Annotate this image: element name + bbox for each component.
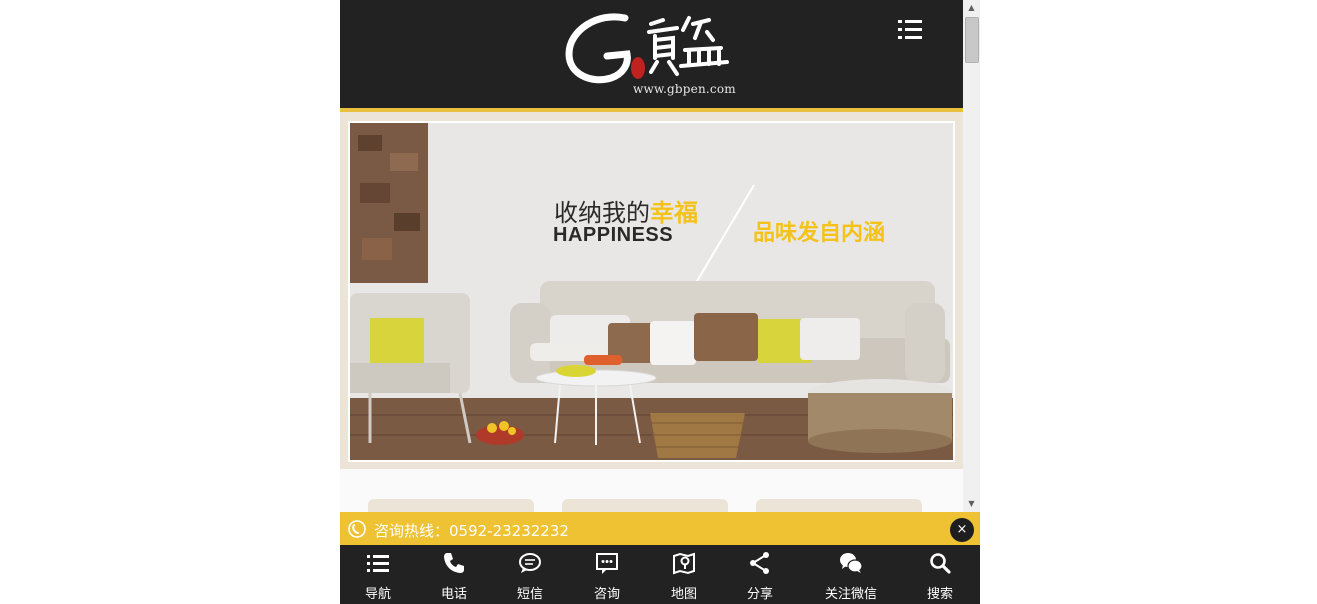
site-header: www.gbpen.com: [340, 0, 963, 112]
scroll-thumb[interactable]: [965, 17, 979, 63]
nav-item-label: 导航: [364, 587, 391, 602]
hotline-phone-icon: [348, 520, 366, 538]
banner-image[interactable]: 收纳我的幸福 HAPPINESS 品味发自内涵: [348, 121, 955, 462]
nav-item-label: 地图: [670, 587, 697, 602]
close-icon[interactable]: ×: [950, 518, 974, 542]
logo-url-text: www.gbpen.com: [633, 82, 736, 96]
banner-slogan-cn-prefix: 收纳我的: [554, 199, 650, 227]
vertical-scrollbar[interactable]: ▲ ▼: [963, 0, 980, 512]
nav-item-phone[interactable]: 电话: [430, 545, 478, 604]
nav-item-consult[interactable]: 咨询: [583, 545, 631, 604]
banner-slogan-en: HAPPINESS: [553, 224, 674, 246]
banner-slogan-cn-highlight: 幸福: [650, 199, 698, 227]
share-icon: [750, 552, 769, 574]
banner-slogan-cn: 收纳我的幸福: [554, 193, 698, 228]
chat-icon: [596, 553, 618, 574]
site-logo[interactable]: www.gbpen.com: [563, 10, 743, 102]
nav-item-nav[interactable]: 导航: [354, 545, 402, 604]
nav-item-map[interactable]: 地图: [660, 545, 708, 604]
menu-list-icon: [898, 20, 922, 39]
nav-item-wechat[interactable]: 关注微信: [816, 545, 886, 604]
map-icon: [673, 552, 695, 575]
browser-viewport: www.gbpen.com 收纳我的幸福 HAPPINESS 品味发自内涵 ▲ …: [0, 0, 1317, 604]
banner-slogan-right: 品味发自内涵: [753, 221, 886, 246]
nav-item-label: 短信: [516, 587, 543, 602]
phone-icon: [444, 553, 464, 573]
nav-item-search[interactable]: 搜索: [916, 545, 964, 604]
wechat-icon: [840, 553, 863, 573]
nav-item-label: 咨询: [593, 587, 620, 602]
nav-item-share[interactable]: 分享: [736, 545, 784, 604]
nav-item-label: 搜索: [926, 587, 953, 602]
mobile-page: www.gbpen.com 收纳我的幸福 HAPPINESS 品味发自内涵 ▲ …: [340, 0, 980, 604]
hotline-text: 咨询热线：0592-23232232: [374, 522, 569, 540]
nav-item-label: 分享: [746, 587, 773, 602]
bottom-nav: 导航 电话 短信 咨询 地图 分享 关注微信 搜索: [340, 545, 980, 604]
message-icon: [519, 553, 541, 573]
search-icon: [930, 553, 951, 574]
nav-item-label: 电话: [440, 587, 467, 602]
menu-button[interactable]: [898, 18, 928, 42]
nav-item-label: 关注微信: [824, 587, 877, 602]
list-icon: [367, 555, 389, 572]
scroll-up-arrow-icon[interactable]: ▲: [963, 0, 980, 16]
hotline-bar: 咨询热线：0592-23232232 ×: [340, 512, 980, 545]
scroll-down-arrow-icon[interactable]: ▼: [963, 496, 980, 512]
nav-item-sms[interactable]: 短信: [506, 545, 554, 604]
sofa-scene-illustration: [350, 123, 953, 460]
banner-slider: 收纳我的幸福 HAPPINESS 品味发自内涵: [340, 112, 963, 469]
